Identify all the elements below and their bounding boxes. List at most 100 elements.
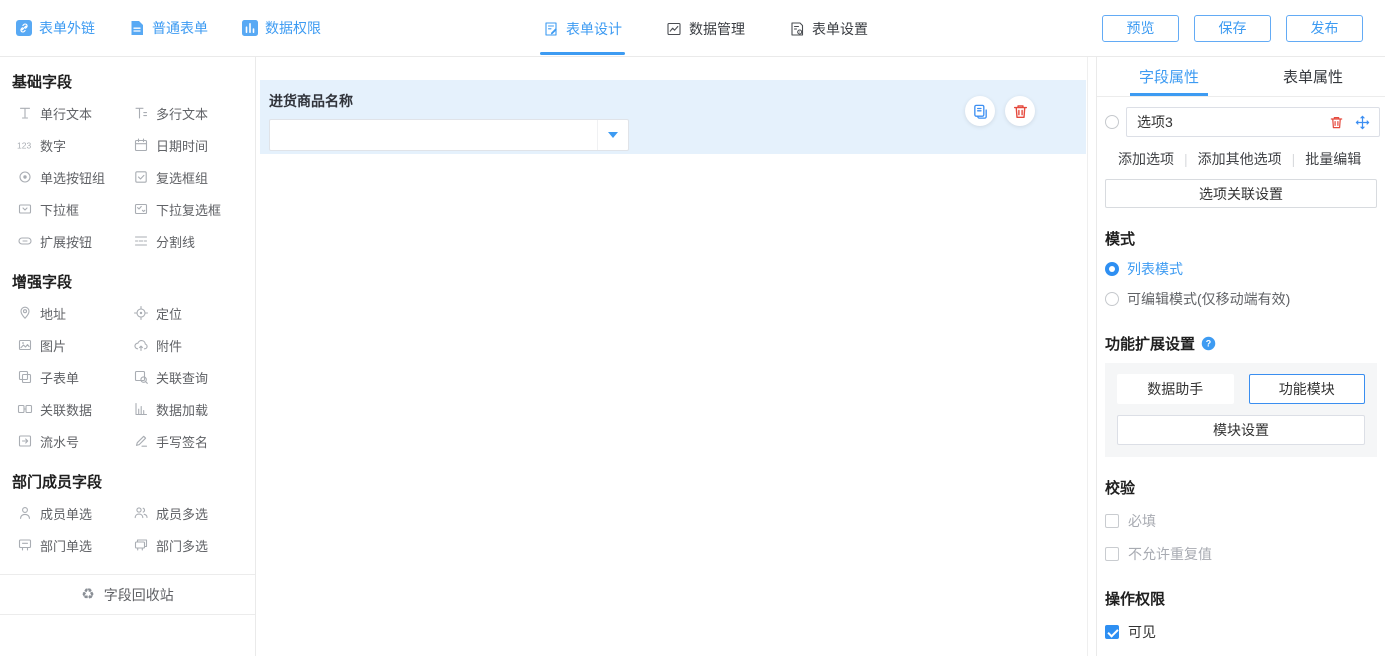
sidebar-item-member-multi[interactable]: 成员多选 <box>133 497 249 529</box>
editable-mode-label: 可编辑模式(仅移动端有效) <box>1127 289 1290 309</box>
extension-box: 数据助手 功能模块 模块设置 <box>1105 363 1377 457</box>
data-helper-button[interactable]: 数据助手 <box>1117 374 1234 404</box>
select-icon <box>17 201 33 217</box>
delete-field-button[interactable] <box>1005 96 1035 126</box>
editable-mode-option[interactable]: 可编辑模式(仅移动端有效) <box>1105 289 1377 309</box>
tab-form-settings[interactable]: 表单设置 <box>789 0 868 57</box>
data-manage-icon <box>666 21 682 37</box>
required-label: 必填 <box>1128 511 1156 531</box>
function-module-button[interactable]: 功能模块 <box>1249 374 1366 404</box>
sidebar-item-image[interactable]: 图片 <box>17 329 133 361</box>
member-multi-icon <box>133 505 149 521</box>
sidebar-item-radio-group[interactable]: 单选按钮组 <box>17 161 133 193</box>
no-duplicate-checkbox[interactable] <box>1105 547 1119 561</box>
top-bar: 表单外链 普通表单 数据权限 表单设计 数据管理 表单设置 预览 保存 发布 <box>0 0 1385 57</box>
signature-icon <box>133 433 149 449</box>
visible-checkbox[interactable] <box>1105 625 1119 639</box>
sidebar-item-member-single[interactable]: 成员单选 <box>17 497 133 529</box>
attachment-icon <box>133 337 149 353</box>
copy-field-button[interactable] <box>965 96 995 126</box>
radio-group-icon <box>17 169 33 185</box>
sidebar-item-data-load[interactable]: 数据加载 <box>133 393 249 425</box>
sidebar-item-signature[interactable]: 手写签名 <box>133 425 249 457</box>
option-value-input[interactable] <box>1137 114 1318 130</box>
select-caret-area[interactable] <box>597 120 628 150</box>
add-other-option-link[interactable]: 添加其他选项 <box>1198 149 1282 169</box>
trash-icon <box>1012 103 1029 120</box>
required-checkbox[interactable] <box>1105 514 1119 528</box>
batch-edit-link[interactable]: 批量编辑 <box>1305 149 1361 169</box>
required-check-row[interactable]: 必填 <box>1105 511 1377 531</box>
option-radio[interactable] <box>1105 115 1119 129</box>
delete-option-icon[interactable] <box>1329 115 1344 130</box>
subform-icon <box>17 369 33 385</box>
normal-form-item[interactable]: 普通表单 <box>129 18 208 38</box>
canvas-scrollbar-track[interactable] <box>1087 57 1096 656</box>
field-label: 进货商品名称 <box>260 80 1086 111</box>
extension-section-title: 功能扩展设置 ? <box>1105 333 1377 354</box>
sidebar-item-dept-single[interactable]: 部门单选 <box>17 529 133 561</box>
field-card-actions <box>965 96 1035 126</box>
option-relation-settings-button[interactable]: 选项关联设置 <box>1105 179 1377 208</box>
field-select-input[interactable] <box>269 119 629 151</box>
form-external-link-item[interactable]: 表单外链 <box>16 18 95 38</box>
tab-data-manage[interactable]: 数据管理 <box>666 0 745 57</box>
sidebar-item-dept-multi[interactable]: 部门多选 <box>133 529 249 561</box>
editable-mode-radio[interactable] <box>1105 292 1119 306</box>
sidebar-item-relation-data[interactable]: 关联数据 <box>17 393 133 425</box>
data-permission-item[interactable]: 数据权限 <box>242 18 321 38</box>
section-title-enhanced-fields: 增强字段 <box>12 271 255 292</box>
help-icon[interactable]: ? <box>1201 336 1216 351</box>
basic-fields-grid: 单行文本 多行文本 123数字 日期时间 单选按钮组 复选框组 下拉框 下拉复选… <box>17 97 255 257</box>
field-recycle-bin-label: 字段回收站 <box>104 585 174 605</box>
extension-buttons-row: 数据助手 功能模块 <box>1117 374 1365 404</box>
tab-form-settings-label: 表单设置 <box>812 19 868 39</box>
preview-button[interactable]: 预览 <box>1102 15 1179 42</box>
sidebar-item-datetime[interactable]: 日期时间 <box>133 129 249 161</box>
link-separator: | <box>1184 151 1188 167</box>
tab-field-properties[interactable]: 字段属性 <box>1097 57 1241 96</box>
section-title-dept-member-fields: 部门成员字段 <box>12 471 255 492</box>
tab-form-properties[interactable]: 表单属性 <box>1241 57 1385 96</box>
data-load-icon <box>133 401 149 417</box>
sidebar-item-subform[interactable]: 子表单 <box>17 361 133 393</box>
list-mode-radio[interactable] <box>1105 262 1119 276</box>
form-canvas[interactable]: 进货商品名称 <box>256 57 1096 656</box>
form-settings-icon <box>789 21 805 37</box>
sidebar-item-select[interactable]: 下拉框 <box>17 193 133 225</box>
no-duplicate-check-row[interactable]: 不允许重复值 <box>1105 544 1377 564</box>
tab-form-design[interactable]: 表单设计 <box>543 0 622 57</box>
sidebar-item-multi-select[interactable]: 下拉复选框 <box>133 193 249 225</box>
sidebar-item-relation-query[interactable]: 关联查询 <box>133 361 249 393</box>
properties-panel: 字段属性 表单属性 添加选项 | 添加其他选项 | 批量编辑 选项关联设置 模式 <box>1096 57 1385 656</box>
sidebar-item-extend-button[interactable]: 扩展按钮 <box>17 225 133 257</box>
sidebar-item-divider-line[interactable]: 分割线 <box>133 225 249 257</box>
sidebar-item-multi-line-text[interactable]: 多行文本 <box>133 97 249 129</box>
sidebar-item-address[interactable]: 地址 <box>17 297 133 329</box>
publish-button[interactable]: 发布 <box>1286 15 1363 42</box>
copy-icon <box>972 103 989 120</box>
sidebar-item-serial-number[interactable]: 流水号 <box>17 425 133 457</box>
relation-query-icon <box>133 369 149 385</box>
permission-section-title: 操作权限 <box>1105 588 1377 609</box>
save-button[interactable]: 保存 <box>1194 15 1271 42</box>
visible-check-row[interactable]: 可见 <box>1105 622 1377 642</box>
move-option-icon[interactable] <box>1355 115 1370 130</box>
sidebar-item-location[interactable]: 定位 <box>133 297 249 329</box>
field-recycle-bin[interactable]: ♻ 字段回收站 <box>0 574 255 615</box>
data-permission-icon <box>242 20 258 36</box>
sidebar-item-single-line-text[interactable]: 单行文本 <box>17 97 133 129</box>
module-settings-button[interactable]: 模块设置 <box>1117 415 1365 445</box>
center-tabs: 表单设计 数据管理 表单设置 <box>543 0 868 57</box>
sidebar-item-checkbox-group[interactable]: 复选框组 <box>133 161 249 193</box>
add-option-link[interactable]: 添加选项 <box>1118 149 1174 169</box>
list-mode-option[interactable]: 列表模式 <box>1105 259 1377 279</box>
sidebar-item-number[interactable]: 123数字 <box>17 129 133 161</box>
sidebar-item-attachment[interactable]: 附件 <box>133 329 249 361</box>
selected-field-card[interactable]: 进货商品名称 <box>260 80 1086 154</box>
address-icon <box>17 305 33 321</box>
editable-check-row[interactable]: 可编辑 <box>1105 655 1377 656</box>
dept-single-icon <box>17 537 33 553</box>
option-input-box[interactable] <box>1126 107 1380 137</box>
dept-member-fields-grid: 成员单选 成员多选 部门单选 部门多选 <box>17 497 255 561</box>
